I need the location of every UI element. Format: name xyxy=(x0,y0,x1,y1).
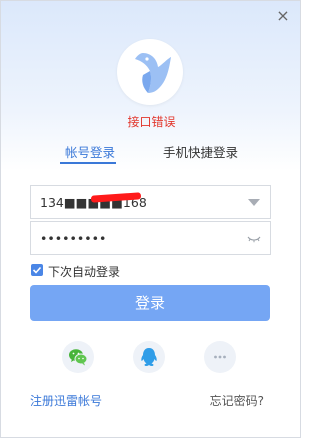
auto-login-label: 下次自动登录 xyxy=(48,265,121,279)
login-tabs: 帐号登录 手机快捷登录 xyxy=(1,142,302,166)
phone-field[interactable] xyxy=(30,185,271,219)
tab-phone-quick-login[interactable]: 手机快捷登录 xyxy=(163,142,238,161)
chevron-down-icon[interactable] xyxy=(248,199,260,206)
app-avatar xyxy=(117,39,183,105)
register-link[interactable]: 注册迅雷帐号 xyxy=(30,392,102,409)
login-window: × 接口错误 帐号登录 手机快捷登录 下次自动登录 登录 xyxy=(0,0,301,438)
eye-closed-icon[interactable] xyxy=(247,234,261,244)
checkmark-icon xyxy=(32,266,42,274)
active-tab-underline xyxy=(60,162,116,164)
auto-login-checkbox[interactable] xyxy=(31,264,43,276)
wechat-icon xyxy=(69,349,88,366)
password-field[interactable] xyxy=(30,221,271,255)
qq-icon xyxy=(141,348,157,366)
password-input[interactable] xyxy=(40,229,230,247)
hummingbird-logo-icon xyxy=(135,53,171,93)
tab-account-login[interactable]: 帐号登录 xyxy=(65,142,115,161)
close-icon[interactable]: × xyxy=(276,8,290,24)
more-options-button[interactable] xyxy=(204,341,236,373)
error-message: 接口错误 xyxy=(127,115,176,129)
more-icon xyxy=(214,355,226,359)
forgot-password-link[interactable]: 忘记密码? xyxy=(210,392,264,409)
qq-login-button[interactable] xyxy=(133,341,165,373)
login-button[interactable]: 登录 xyxy=(30,285,270,321)
wechat-login-button[interactable] xyxy=(62,341,94,373)
